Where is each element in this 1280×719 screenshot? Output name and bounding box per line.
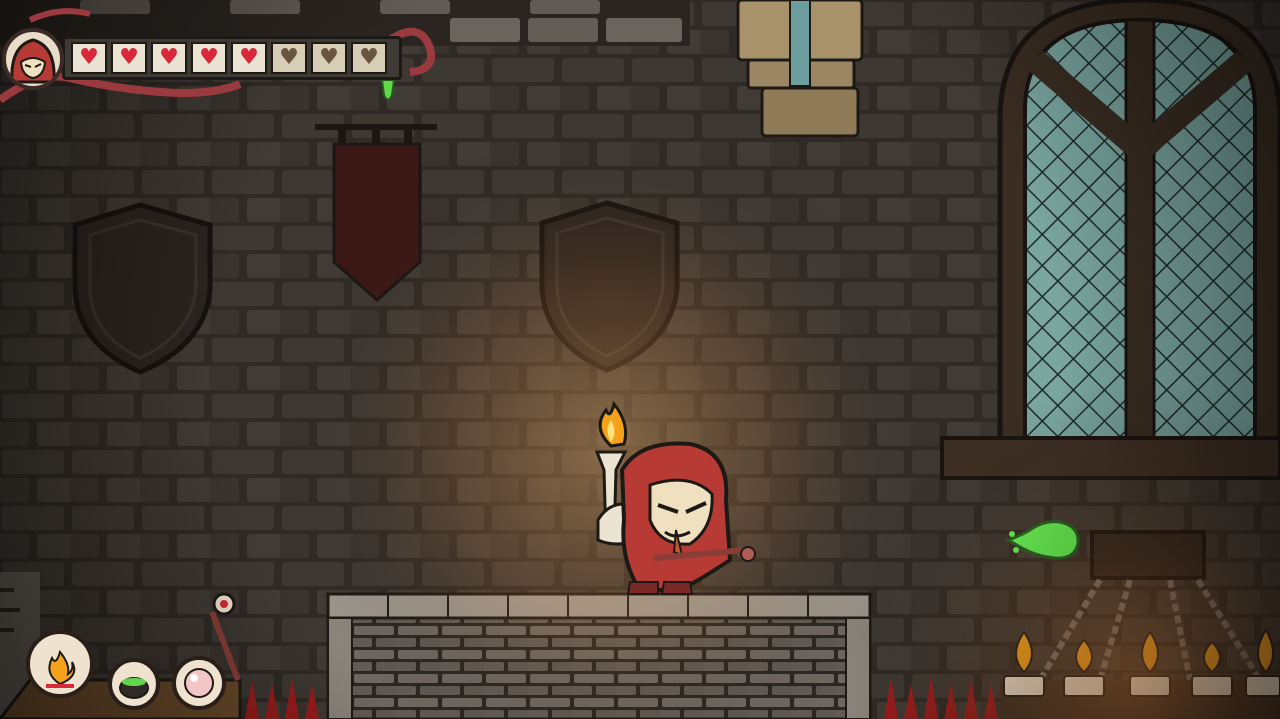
heart-bar: ♥ ♥ ♥ ♥ ♥ ♥ ♥ ♥ (62, 36, 402, 80)
heart-empty-icon: ♥ (351, 42, 387, 74)
bubble-ability-icon[interactable] (172, 656, 226, 710)
heart-full-icon: ♥ (231, 42, 267, 74)
fire-ability-icon[interactable] (26, 630, 94, 698)
heart-full-icon: ♥ (111, 42, 147, 74)
game-scene: ♥ ♥ ♥ ♥ ♥ ♥ ♥ ♥ (0, 0, 1280, 719)
heart-full-icon: ♥ (191, 42, 227, 74)
heart-full-icon: ♥ (151, 42, 187, 74)
poison-cauldron-ability-icon[interactable] (108, 658, 160, 710)
heart-full-icon: ♥ (71, 42, 107, 74)
slime-drip-icon (380, 79, 396, 101)
heart-empty-icon: ♥ (311, 42, 347, 74)
hooded-hero-portrait-icon (2, 28, 64, 90)
health-hud: ♥ ♥ ♥ ♥ ♥ ♥ ♥ ♥ (0, 0, 450, 130)
heart-empty-icon: ♥ (271, 42, 307, 74)
